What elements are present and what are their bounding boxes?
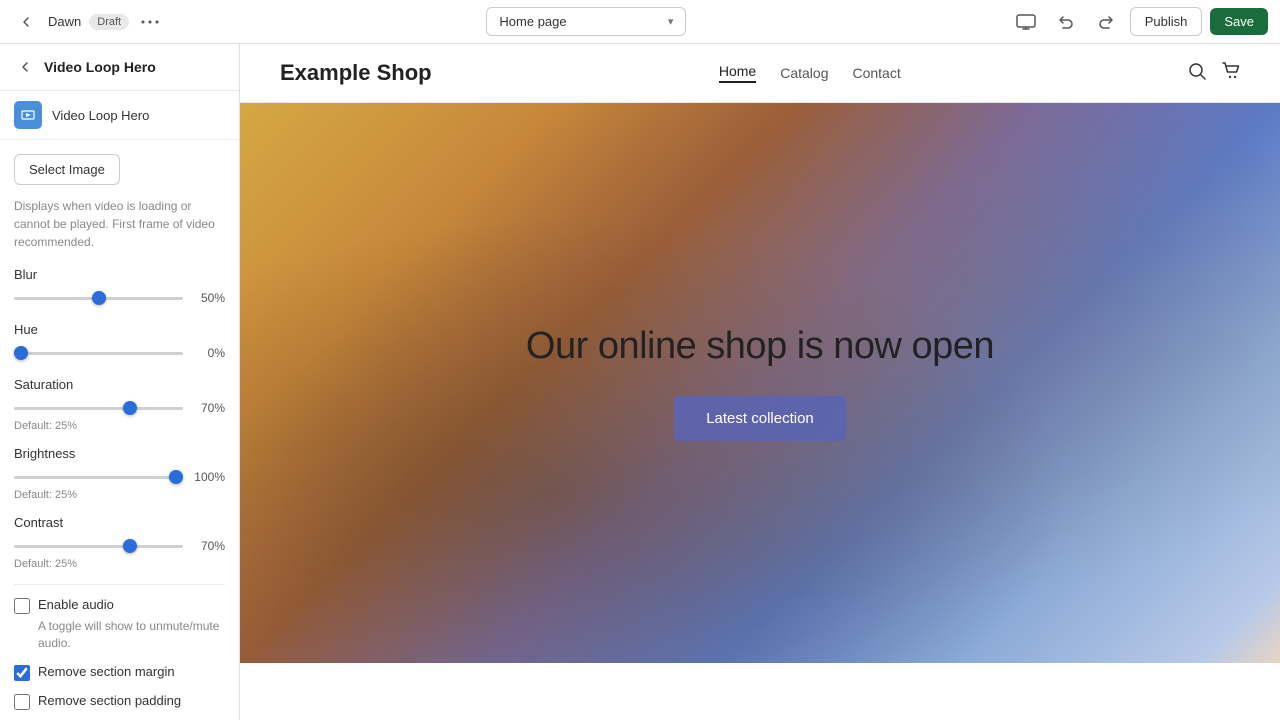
sidebar-back-button[interactable] xyxy=(14,56,36,78)
more-button[interactable] xyxy=(137,20,163,24)
remove-padding-group: Remove section padding xyxy=(14,693,225,710)
saturation-value: 70% xyxy=(191,401,225,415)
contrast-slider-group: Contrast 70% Default: 25% xyxy=(14,515,225,570)
cart-button[interactable] xyxy=(1222,62,1240,85)
section-icon xyxy=(14,101,42,129)
brightness-value: 100% xyxy=(191,470,225,484)
saturation-slider[interactable] xyxy=(14,407,183,410)
sidebar-header: Video Loop Hero xyxy=(0,44,239,91)
contrast-slider-row: 70% xyxy=(14,536,225,556)
remove-margin-checkbox[interactable] xyxy=(14,665,30,681)
select-image-button[interactable]: Select Image xyxy=(14,154,120,185)
divider-1 xyxy=(14,584,225,585)
page-selector[interactable]: Home page ▾ xyxy=(486,7,686,36)
hero-headline: Our online shop is now open xyxy=(526,325,994,368)
remove-margin-group: Remove section margin xyxy=(14,664,225,681)
blur-slider[interactable] xyxy=(14,297,183,300)
blur-value: 50% xyxy=(191,291,225,305)
hue-slider-group: Hue 0% xyxy=(14,322,225,363)
blur-label: Blur xyxy=(14,267,225,282)
sidebar: Video Loop Hero Video Loop Hero Select I… xyxy=(0,44,240,720)
blur-slider-wrapper xyxy=(14,288,183,308)
hero-cta-button[interactable]: Latest collection xyxy=(674,396,846,441)
contrast-slider[interactable] xyxy=(14,545,183,548)
topbar-center: Home page ▾ xyxy=(171,7,1002,36)
enable-audio-group: Enable audio A toggle will show to unmut… xyxy=(14,597,225,652)
hue-label: Hue xyxy=(14,322,225,337)
remove-padding-row: Remove section padding xyxy=(14,693,225,710)
hue-slider-wrapper xyxy=(14,343,183,363)
hero-content: Our online shop is now open Latest colle… xyxy=(526,325,994,441)
remove-padding-checkbox[interactable] xyxy=(14,694,30,710)
topbar-right: Publish Save xyxy=(1010,6,1268,38)
cart-icon xyxy=(1222,62,1240,80)
enable-audio-help: A toggle will show to unmute/mute audio. xyxy=(38,618,225,652)
saturation-default: Default: 25% xyxy=(14,420,225,432)
main-layout: Video Loop Hero Video Loop Hero Select I… xyxy=(0,44,1280,720)
blur-slider-group: Blur 50% xyxy=(14,267,225,308)
contrast-value: 70% xyxy=(191,539,225,553)
blur-slider-row: 50% xyxy=(14,288,225,308)
search-button[interactable] xyxy=(1188,62,1206,85)
image-help-text: Displays when video is loading or cannot… xyxy=(14,197,225,251)
enable-audio-checkbox[interactable] xyxy=(14,598,30,614)
enable-audio-label: Enable audio xyxy=(38,597,114,612)
contrast-slider-wrapper xyxy=(14,536,183,556)
nav-catalog[interactable]: Catalog xyxy=(780,65,828,81)
remove-margin-label: Remove section margin xyxy=(38,664,175,679)
redo-button[interactable] xyxy=(1090,6,1122,38)
store-header: Example Shop Home Catalog Contact xyxy=(240,44,1280,103)
saturation-slider-wrapper xyxy=(14,398,183,418)
save-button[interactable]: Save xyxy=(1210,8,1268,35)
brightness-default: Default: 25% xyxy=(14,489,225,501)
topbar: Dawn Draft Home page ▾ xyxy=(0,0,1280,44)
enable-audio-row: Enable audio xyxy=(14,597,225,614)
hue-slider[interactable] xyxy=(14,352,183,355)
chevron-down-icon: ▾ xyxy=(668,15,674,28)
remove-margin-row: Remove section margin xyxy=(14,664,225,681)
sidebar-title: Video Loop Hero xyxy=(44,59,156,75)
publish-button[interactable]: Publish xyxy=(1130,7,1203,36)
sidebar-content: Select Image Displays when video is load… xyxy=(0,140,239,720)
store-name: Example Shop xyxy=(280,60,432,86)
nav-contact[interactable]: Contact xyxy=(852,65,900,81)
store-icons xyxy=(1188,62,1240,85)
hue-value: 0% xyxy=(191,346,225,360)
remove-padding-label: Remove section padding xyxy=(38,693,181,708)
sidebar-section-item: Video Loop Hero xyxy=(0,91,239,140)
brightness-slider-wrapper xyxy=(14,467,183,487)
brightness-slider[interactable] xyxy=(14,476,183,479)
page-selector-value: Home page xyxy=(499,14,566,29)
brightness-slider-row: 100% xyxy=(14,467,225,487)
saturation-label: Saturation xyxy=(14,377,225,392)
saturation-slider-group: Saturation 70% Default: 25% xyxy=(14,377,225,432)
desktop-view-button[interactable] xyxy=(1010,6,1042,38)
contrast-label: Contrast xyxy=(14,515,225,530)
topbar-left: Dawn Draft xyxy=(12,8,163,36)
search-icon xyxy=(1188,62,1206,80)
back-button[interactable] xyxy=(12,8,40,36)
contrast-default: Default: 25% xyxy=(14,558,225,570)
draft-badge: Draft xyxy=(89,14,129,30)
hero-section: Our online shop is now open Latest colle… xyxy=(240,103,1280,663)
brightness-slider-group: Brightness 100% Default: 25% xyxy=(14,446,225,501)
saturation-slider-row: 70% xyxy=(14,398,225,418)
preview-frame: Example Shop Home Catalog Contact xyxy=(240,44,1280,720)
preview-area: Example Shop Home Catalog Contact xyxy=(240,44,1280,720)
nav-home[interactable]: Home xyxy=(719,63,756,83)
store-nav: Home Catalog Contact xyxy=(719,63,901,83)
theme-name: Dawn xyxy=(48,14,81,29)
section-item-label: Video Loop Hero xyxy=(52,108,149,123)
brightness-label: Brightness xyxy=(14,446,225,461)
hue-slider-row: 0% xyxy=(14,343,225,363)
undo-button[interactable] xyxy=(1050,6,1082,38)
